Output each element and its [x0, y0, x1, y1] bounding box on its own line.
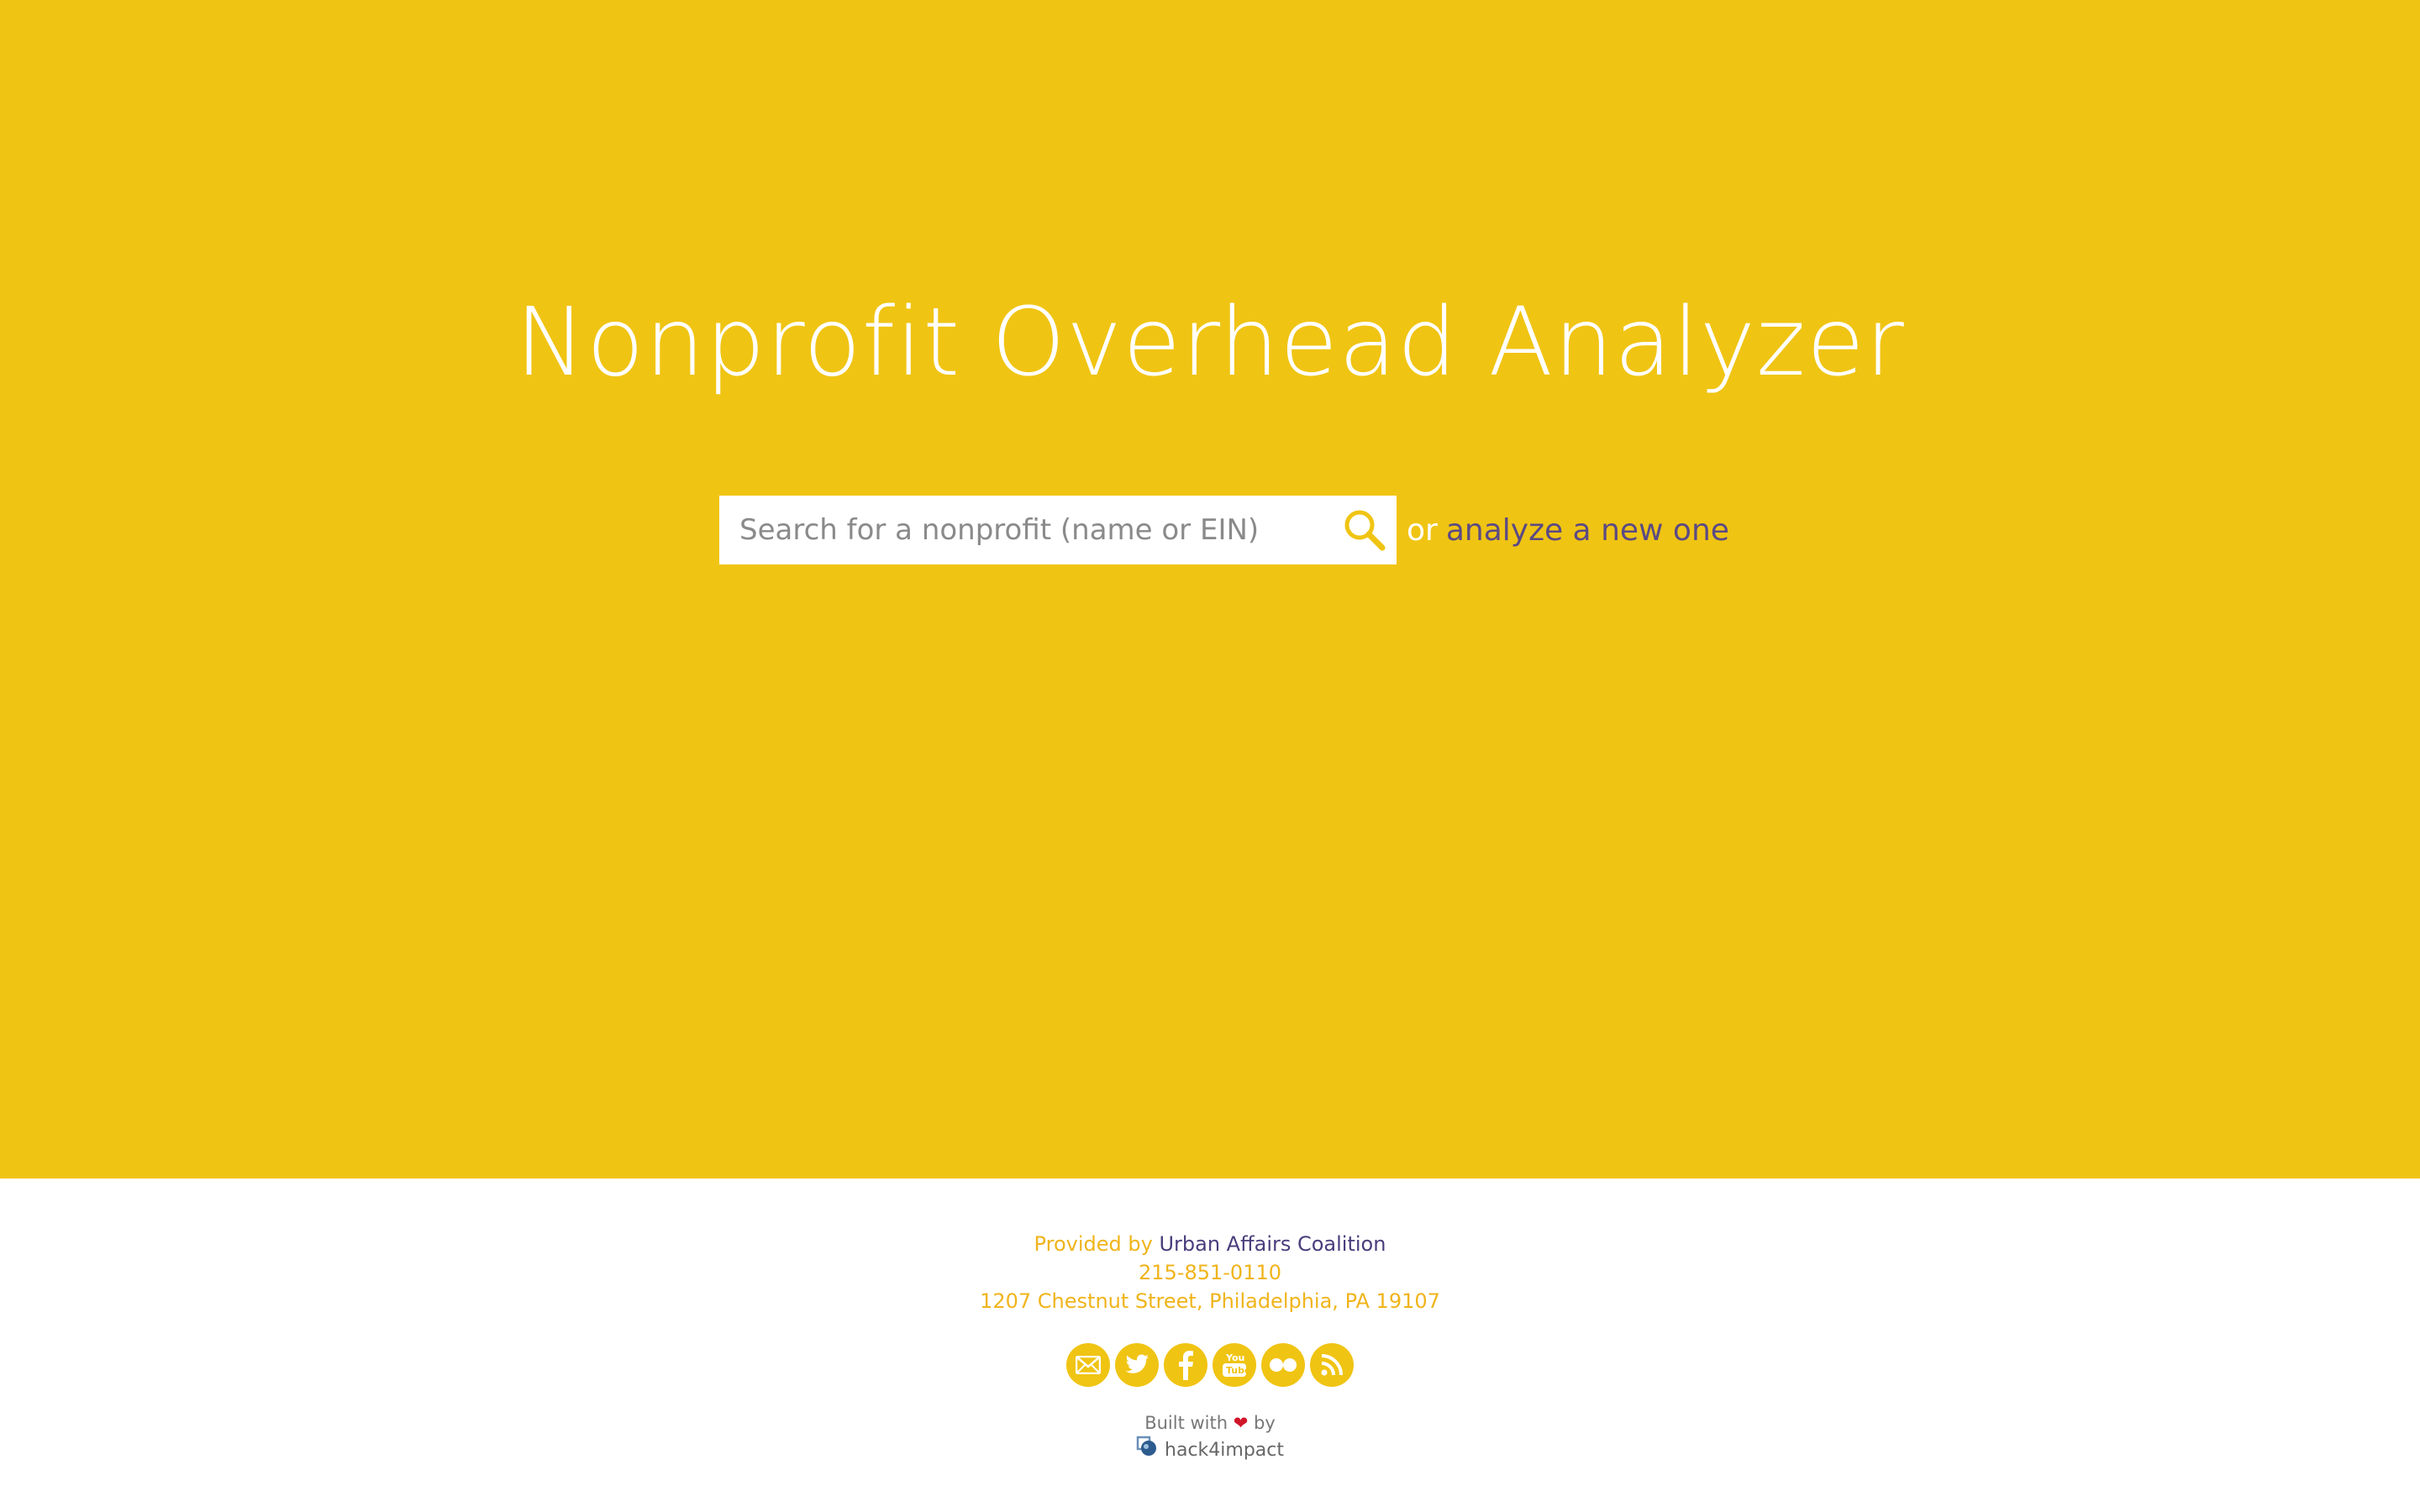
footer: Provided by Urban Affairs Coalition 215-… — [0, 1179, 2420, 1512]
facebook-icon[interactable] — [1164, 1343, 1207, 1387]
search-row: or analyze a new one — [719, 496, 1729, 564]
heart-icon: ❤ — [1233, 1413, 1249, 1433]
or-text: or — [1407, 512, 1438, 548]
twitter-icon[interactable] — [1115, 1343, 1159, 1387]
svg-text:You: You — [1225, 1352, 1244, 1363]
page-title: Nonprofit Overhead Analyzer — [515, 288, 1905, 397]
youtube-icon[interactable]: You Tube — [1213, 1343, 1256, 1387]
provided-by-line: Provided by Urban Affairs Coalition — [0, 1230, 2420, 1258]
email-icon[interactable] — [1066, 1343, 1110, 1387]
search-icon[interactable] — [1341, 507, 1388, 554]
provided-by-label: Provided by — [1034, 1232, 1153, 1256]
provider-link[interactable]: Urban Affairs Coalition — [1159, 1232, 1386, 1256]
built-with-label: Built with — [1144, 1413, 1228, 1433]
hero-section: Nonprofit Overhead Analyzer or analyze a… — [0, 0, 2420, 1179]
address: 1207 Chestnut Street, Philadelphia, PA 1… — [980, 1289, 1440, 1313]
hack4impact-link[interactable]: hack4impact — [0, 1436, 2420, 1464]
svg-text:Tube: Tube — [1226, 1365, 1248, 1376]
phone-number: 215-851-0110 — [1138, 1261, 1281, 1284]
hack4impact-logo-icon — [1136, 1436, 1160, 1464]
analyze-new-link[interactable]: analyze a new one — [1446, 513, 1729, 548]
flickr-icon[interactable] — [1261, 1343, 1305, 1387]
rss-icon[interactable] — [1310, 1343, 1354, 1387]
search-box — [719, 496, 1397, 564]
social-links: You Tube — [0, 1343, 2420, 1387]
built-by-label: by — [1254, 1413, 1276, 1433]
built-with-line: Built with ❤ by — [0, 1411, 2420, 1435]
search-input[interactable] — [719, 496, 1324, 564]
hack4impact-label: hack4impact — [1165, 1439, 1284, 1461]
